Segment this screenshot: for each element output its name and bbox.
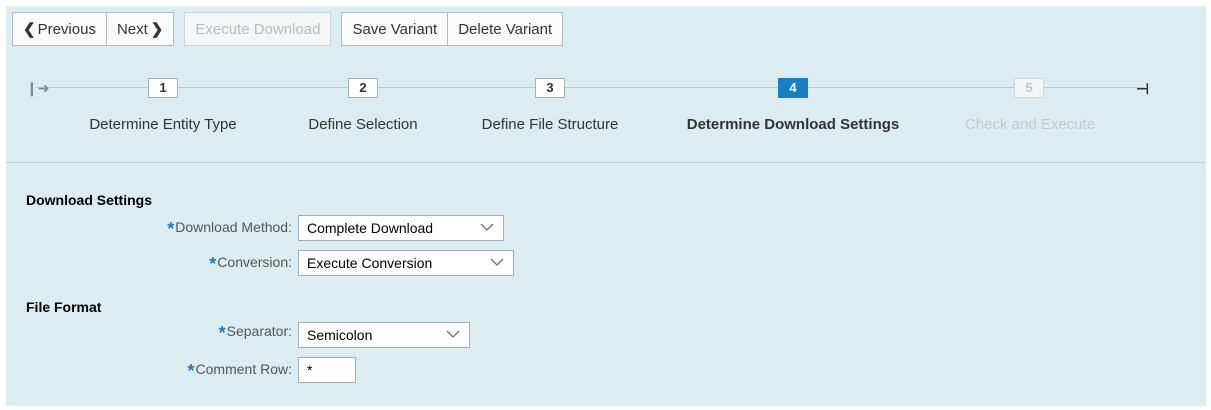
roadmap-end-icon: ⊣ [1136, 81, 1150, 98]
step-4-label[interactable]: Determine Download Settings [676, 116, 910, 133]
chevron-down-icon [480, 223, 494, 231]
step-2-label[interactable]: Define Selection [298, 116, 428, 133]
roadmap-start-icon: ❙➜ [26, 80, 50, 96]
previous-button[interactable]: ❮ Previous [12, 12, 107, 46]
required-star-icon: * [209, 254, 217, 274]
download-settings-title: Download Settings [26, 192, 152, 208]
required-star-icon: * [187, 361, 195, 381]
comment-row-input[interactable]: * [298, 357, 356, 383]
comment-row-label-text: Comment Row: [195, 361, 292, 377]
execute-download-label: Execute Download [195, 20, 321, 38]
roadmap: ❙➜ ⊣ 1 Determine Entity Type 2 Define Se… [6, 54, 1206, 160]
step-5-label[interactable]: Check and Execute [960, 116, 1100, 133]
window: ❮ Previous Next ❯ Execute Download Save … [0, 0, 1211, 410]
separator-select[interactable]: Semicolon [298, 322, 470, 348]
separator-label-text: Separator: [226, 323, 292, 339]
step-4-marker[interactable]: 4 [778, 78, 808, 98]
download-method-label: *Download Method: [106, 219, 292, 240]
separator-label: *Separator: [106, 323, 292, 344]
chevron-down-icon [490, 258, 504, 266]
delete-variant-label: Delete Variant [458, 20, 553, 38]
conversion-label-text: Conversion: [217, 254, 292, 270]
conversion-select[interactable]: Execute Conversion [298, 250, 514, 276]
main-panel: ❮ Previous Next ❯ Execute Download Save … [6, 6, 1206, 406]
save-variant-button[interactable]: Save Variant [341, 12, 449, 46]
next-button[interactable]: Next ❯ [105, 12, 175, 46]
previous-label: Previous [37, 20, 96, 38]
separator-value: Semicolon [307, 327, 373, 343]
comment-row-label: *Comment Row: [106, 361, 292, 382]
step-3-marker[interactable]: 3 [535, 78, 565, 98]
roadmap-line [36, 87, 1144, 88]
required-star-icon: * [218, 323, 226, 343]
step-5-marker[interactable]: 5 [1014, 78, 1044, 98]
step-3-label[interactable]: Define File Structure [470, 116, 630, 133]
required-star-icon: * [167, 219, 175, 239]
download-method-select[interactable]: Complete Download [298, 215, 504, 241]
chevron-right-icon: ❯ [150, 21, 164, 38]
next-label: Next [116, 20, 148, 38]
download-method-label-text: Download Method: [175, 219, 292, 235]
download-method-value: Complete Download [307, 220, 434, 236]
save-variant-label: Save Variant [352, 20, 438, 38]
delete-variant-button[interactable]: Delete Variant [447, 12, 564, 46]
chevron-down-icon [446, 330, 460, 338]
step-1-label[interactable]: Determine Entity Type [88, 116, 238, 133]
toolbar: ❮ Previous Next ❯ Execute Download Save … [12, 12, 564, 46]
execute-download-button[interactable]: Execute Download [184, 12, 332, 46]
chevron-left-icon: ❮ [23, 21, 36, 38]
file-format-title: File Format [26, 299, 102, 315]
conversion-label: *Conversion: [106, 254, 292, 275]
section-divider [6, 162, 1206, 163]
comment-row-value: * [307, 362, 313, 378]
conversion-value: Execute Conversion [307, 255, 433, 271]
step-2-marker[interactable]: 2 [348, 78, 378, 98]
step-1-marker[interactable]: 1 [148, 78, 178, 98]
